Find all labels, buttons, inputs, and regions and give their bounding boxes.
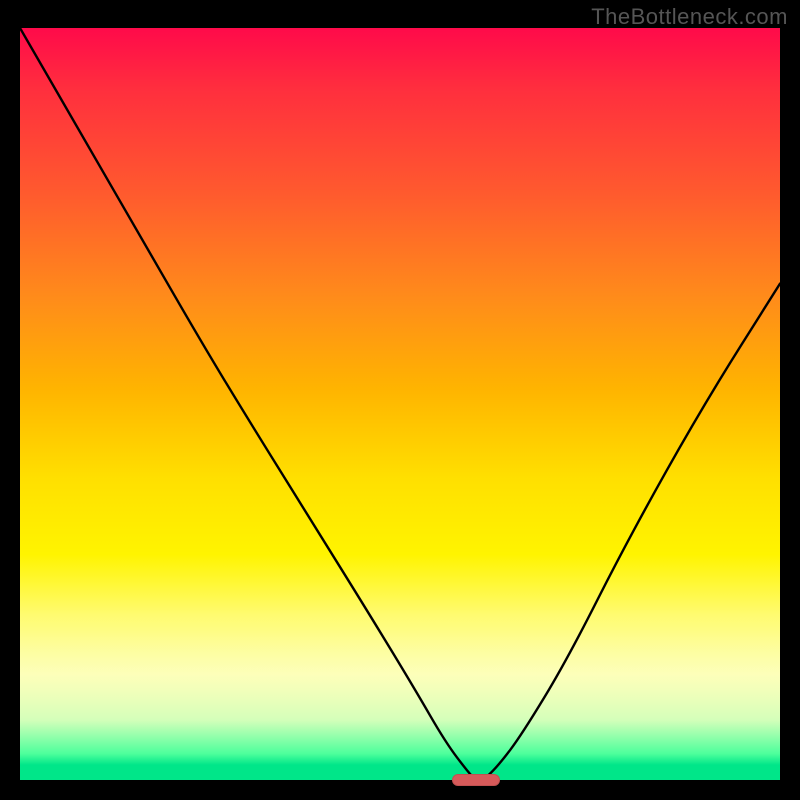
bottleneck-curve <box>20 28 780 780</box>
chart-frame: TheBottleneck.com <box>0 0 800 800</box>
plot-area <box>20 28 780 780</box>
curve-svg <box>20 28 780 780</box>
watermark-label: TheBottleneck.com <box>591 4 788 30</box>
optimal-marker <box>452 774 500 786</box>
